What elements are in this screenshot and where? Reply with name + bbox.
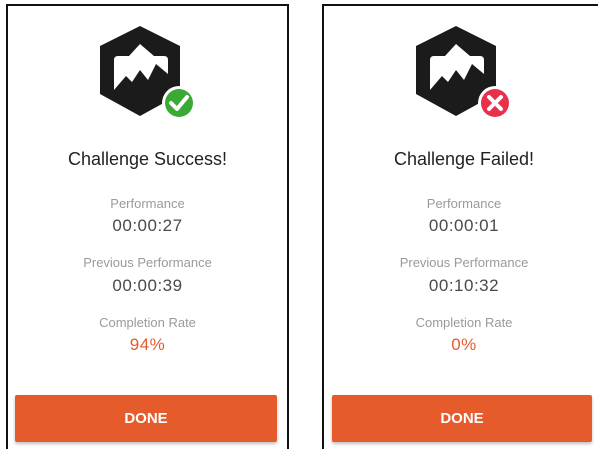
challenge-badge (96, 24, 200, 124)
completion-rate-label: Completion Rate (415, 315, 513, 330)
completion-rate-value: 0% (451, 335, 477, 354)
success-dialog: Challenge Success! Performance 00:00:27 … (6, 4, 289, 449)
completion-rate-label: Completion Rate (99, 315, 196, 330)
dialog-title: Challenge Success! (67, 149, 228, 169)
previous-performance-value: 00:00:39 (112, 276, 183, 295)
mountain-badge-icon (416, 26, 512, 120)
performance-value: 00:00:01 (428, 216, 500, 235)
screenshot-stage: Challenge Success! Performance 00:00:27 … (0, 0, 598, 449)
performance-label: Performance (426, 196, 502, 211)
previous-performance-value: 00:10:32 (428, 276, 500, 295)
dialog-title: Challenge Failed! (393, 149, 535, 169)
previous-performance-label: Previous Performance (399, 255, 529, 270)
failure-dialog: Challenge Failed! Performance 00:00:01 P… (322, 4, 598, 449)
done-button[interactable]: DONE (15, 395, 277, 442)
performance-label: Performance (110, 196, 185, 211)
check-circle-icon (161, 86, 196, 120)
x-circle-icon (478, 86, 512, 120)
challenge-badge (412, 24, 516, 124)
done-button[interactable]: DONE (332, 395, 592, 442)
completion-rate-value: 94% (129, 335, 166, 354)
mountain-badge-icon (99, 26, 196, 120)
previous-performance-label: Previous Performance (83, 255, 212, 270)
performance-value: 00:00:27 (112, 216, 183, 235)
